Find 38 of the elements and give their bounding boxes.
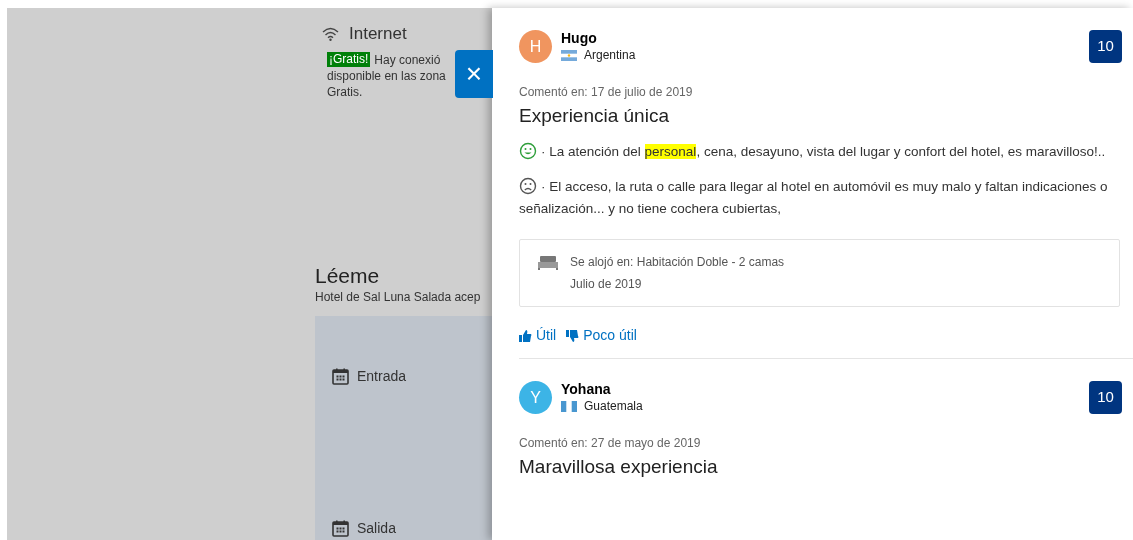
close-button[interactable]: × xyxy=(455,50,493,98)
thumbs-up-icon xyxy=(519,329,532,342)
flag-icon xyxy=(561,400,577,412)
helpful-link[interactable]: Útil xyxy=(519,325,557,346)
wifi-icon xyxy=(322,26,339,41)
reviewer-country: Argentina xyxy=(584,47,636,63)
reviewer-country: Guatemala xyxy=(584,398,643,414)
stay-date: Julio de 2019 xyxy=(570,276,643,292)
date-label: Salida xyxy=(357,518,396,538)
calendar-icon xyxy=(332,519,349,537)
avatar: H xyxy=(519,30,552,63)
room-type: Se alojó en: Habitación Doble - 2 camas xyxy=(570,254,785,270)
free-badge: ¡Gratis! xyxy=(327,52,371,67)
negative-comment: · El acceso, la ruta o calle para llegar al hotel en automóvil es muy malo y faltan indicaciones o señalización... y no tiene cochera cubiertas, xyxy=(519,176,1109,218)
calendar-icon xyxy=(332,367,349,385)
avatar: Y xyxy=(519,381,552,414)
review-title: Maravillosa experiencia xyxy=(519,455,719,479)
thumbs-down-icon xyxy=(566,329,580,342)
wifi-description: Gratis. xyxy=(327,84,363,99)
date-label: Entrada xyxy=(357,366,407,386)
smile-icon xyxy=(519,142,537,160)
reviewer-name: Hugo xyxy=(561,30,598,47)
reviewer-name: Yohana xyxy=(561,381,612,398)
review-date: Comentó en: 17 de julio de 2019 xyxy=(519,84,694,100)
frown-icon xyxy=(519,177,537,195)
wifi-description: disponible en las zona xyxy=(327,68,446,83)
not-helpful-link[interactable]: Poco útil xyxy=(566,325,637,346)
flag-icon xyxy=(561,49,577,61)
review-date: Comentó en: 27 de mayo de 2019 xyxy=(519,435,702,451)
score-badge: 10 xyxy=(1089,381,1122,414)
section-title: Léeme xyxy=(315,262,381,289)
readme-text: Hotel de Sal Luna Salada acep xyxy=(315,288,482,305)
bed-icon xyxy=(538,256,558,270)
score-badge: 10 xyxy=(1089,30,1122,63)
section-title: Internet xyxy=(349,23,407,45)
review-title: Experiencia única xyxy=(519,104,670,128)
wifi-description: Hay conexió xyxy=(374,51,441,68)
positive-comment: · La atención del personal, cena, desayuno, vista del lugar y confort del hotel, es maravilloso!.. xyxy=(519,141,1126,163)
